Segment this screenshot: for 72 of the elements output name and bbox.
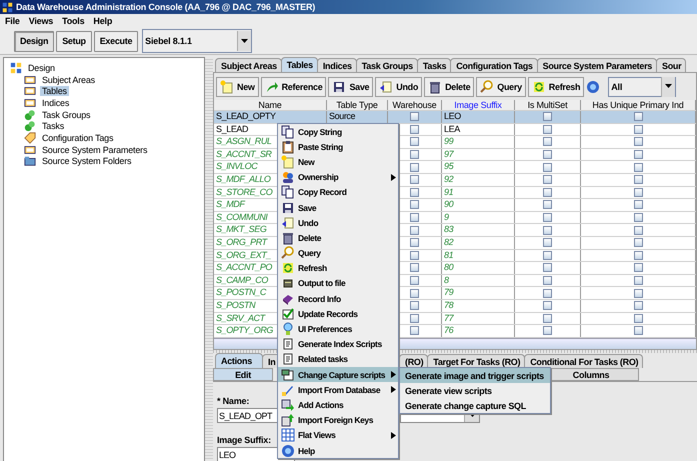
tree-item[interactable]: Task Groups	[40, 110, 92, 120]
menu-item[interactable]: Change Capture scripts	[278, 367, 398, 382]
table-cell: 81	[442, 250, 515, 262]
table-cell: 9	[442, 212, 515, 224]
table-cell: LEA	[442, 124, 515, 136]
toolbar-button[interactable]: Delete	[424, 76, 474, 96]
toolbar-button[interactable]: Refresh	[528, 76, 584, 96]
toolbar-button[interactable]: Design	[14, 30, 54, 52]
menu-item[interactable]: Import From Database	[278, 382, 398, 398]
table-cell: 92	[442, 174, 515, 186]
field-label: * Name:	[217, 396, 250, 406]
tree-item[interactable]: Tasks	[40, 121, 66, 132]
container-dropdown[interactable]: Siebel 8.1.1	[142, 29, 252, 53]
tab[interactable]: Source System Parameters	[536, 58, 657, 72]
toolbar-button[interactable]: Setup	[56, 30, 92, 52]
toolbar-button[interactable]: Execute	[94, 30, 138, 52]
tab[interactable]: Indices	[316, 58, 357, 72]
tab[interactable]: Sour	[656, 58, 686, 72]
column-header[interactable]: Table Type	[327, 100, 388, 110]
table-cell: 97	[442, 148, 515, 160]
table-cell: 76	[442, 325, 515, 337]
column-header[interactable]: Warehouse	[388, 100, 442, 110]
menu-item[interactable]: Flat Views	[278, 428, 398, 443]
field-label: Image Suffix:	[217, 435, 271, 445]
filter-dropdown[interactable]: All	[608, 76, 676, 96]
table-cell: 90	[442, 199, 515, 211]
table-cell: 79	[442, 287, 515, 299]
column-header[interactable]: Has Unique Primary Ind	[581, 100, 696, 110]
tree-item[interactable]: Source System Parameters	[40, 144, 150, 155]
table-cell: 82	[442, 236, 515, 249]
tab[interactable]: Target For Tasks (RO)	[427, 354, 526, 368]
column-header[interactable]: Is MultiSet	[515, 100, 581, 110]
menu-item[interactable]: Help	[93, 16, 112, 26]
tab[interactable]: Subject Areas	[215, 58, 282, 72]
toolbar-button[interactable]: Save	[328, 76, 374, 96]
table-cell: 80	[442, 262, 515, 274]
menu-item[interactable]: Generate Index Scripts	[278, 336, 398, 352]
tree-item[interactable]: Tables	[40, 86, 69, 96]
tab[interactable]: Conditional For Tasks (RO)	[524, 354, 644, 368]
column-header[interactable]: Image Suffix	[442, 100, 515, 110]
menu-item[interactable]: File	[5, 16, 20, 26]
menu-item[interactable]: Generate change capture SQL	[400, 398, 550, 413]
window-title: Data Warehouse Administration Console (AA_796 @ DAC_796_MASTER)	[16, 2, 316, 12]
menu-item[interactable]: Generate view scripts	[400, 383, 550, 398]
tree-item[interactable]: Indices	[40, 98, 72, 108]
tab[interactable]: Tasks	[416, 58, 452, 72]
menu-item[interactable]: Tools	[62, 16, 84, 26]
tab[interactable]: Configuration Tags	[450, 58, 538, 72]
menu-item[interactable]: Related tasks	[278, 352, 398, 367]
table-cell: 95	[442, 161, 515, 173]
tree-item[interactable]: Subject Areas	[40, 74, 97, 85]
menu-item[interactable]: Views	[28, 16, 54, 26]
tab[interactable]: Tables	[280, 57, 318, 72]
table-cell: LEO	[442, 111, 515, 123]
table-cell: 77	[442, 312, 515, 324]
toolbar-button[interactable]: Undo	[375, 76, 422, 96]
table-cell: 99	[442, 136, 515, 148]
toolbar-button[interactable]: New	[216, 76, 259, 96]
tab[interactable]: Edit	[213, 368, 273, 381]
toolbar-button[interactable]: Reference	[260, 76, 326, 96]
menu-item[interactable]: Generate image and trigger scripts	[400, 368, 550, 383]
tree-item[interactable]: Configuration Tags	[40, 132, 116, 143]
toolbar-button[interactable]: Query	[476, 76, 526, 96]
table-cell: 78	[442, 300, 515, 312]
column-header[interactable]: Name	[214, 100, 327, 110]
tree-item[interactable]: Design	[26, 62, 57, 73]
tab[interactable]: Task Groups	[356, 58, 418, 72]
tab[interactable]: Actions	[215, 353, 263, 368]
table-cell: 8	[442, 274, 515, 286]
table-cell: 83	[442, 224, 515, 236]
tree-item[interactable]: Source System Folders	[40, 156, 134, 166]
table-cell: 91	[442, 186, 515, 198]
